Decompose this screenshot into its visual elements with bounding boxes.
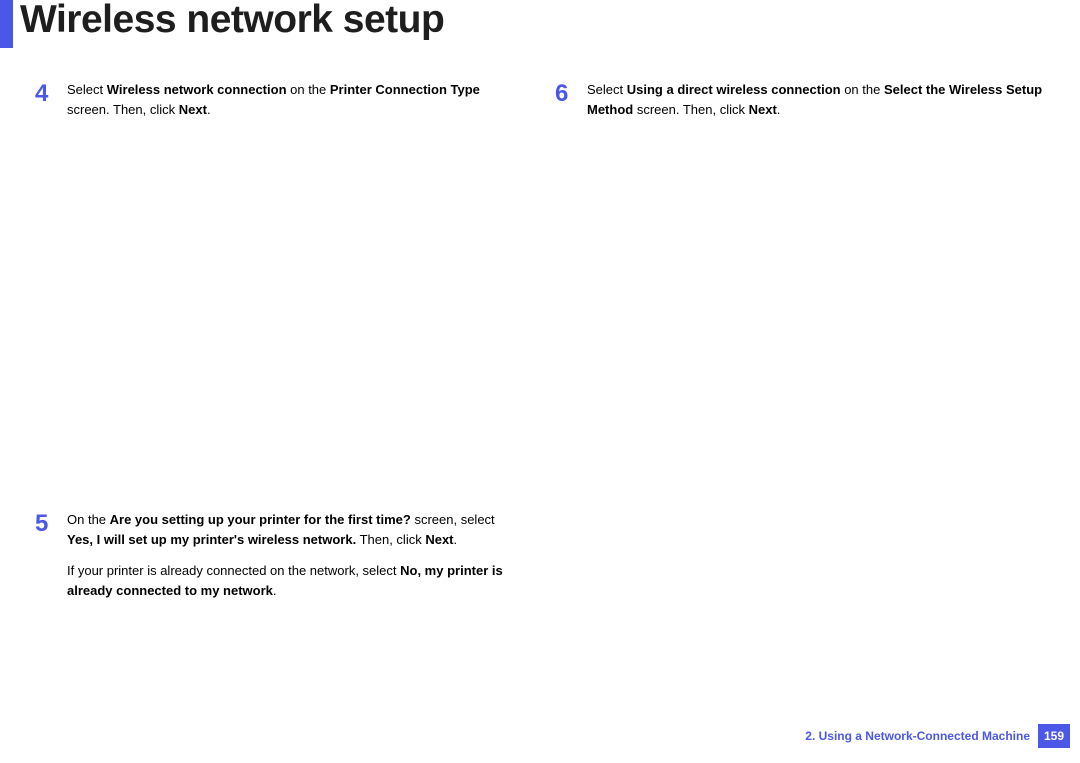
s5p2-t2: .	[273, 583, 277, 598]
page-title: Wireless network setup	[20, 0, 444, 42]
s6-t4: .	[777, 102, 781, 117]
step-4: 4 Select Wireless network connection on …	[35, 80, 515, 130]
content-area: 4 Select Wireless network connection on …	[0, 80, 1080, 631]
step-6: 6 Select Using a direct wireless connect…	[555, 80, 1055, 130]
s6-t1: Select	[587, 82, 627, 97]
s5p1-t3: Then, click	[356, 532, 425, 547]
s4-b3: Next	[179, 102, 207, 117]
s4-t1: Select	[67, 82, 107, 97]
s6-t3: screen. Then, click	[633, 102, 748, 117]
step-6-text: Select Using a direct wireless connectio…	[587, 80, 1055, 130]
left-column: 4 Select Wireless network connection on …	[0, 80, 540, 631]
s5p1-t4: .	[454, 532, 458, 547]
step-number-5: 5	[35, 512, 67, 536]
step-number-6: 6	[555, 82, 587, 106]
step-5-text: On the Are you setting up your printer f…	[67, 510, 515, 611]
footer: 2. Using a Network-Connected Machine 159	[805, 724, 1080, 748]
s4-b2: Printer Connection Type	[330, 82, 480, 97]
s5p1-b1: Are you setting up your printer for the …	[110, 512, 411, 527]
s4-b1: Wireless network connection	[107, 82, 287, 97]
s5p1-t1: On the	[67, 512, 110, 527]
s5p2-t1: If your printer is already connected on …	[67, 563, 400, 578]
right-column: 6 Select Using a direct wireless connect…	[540, 80, 1080, 631]
page-number: 159	[1038, 724, 1070, 748]
step-5: 5 On the Are you setting up your printer…	[35, 510, 515, 611]
s4-t3: screen. Then, click	[67, 102, 179, 117]
s4-t4: .	[207, 102, 211, 117]
s5p1-b2: Yes, I will set up my printer's wireless…	[67, 532, 356, 547]
header-accent-bar	[0, 0, 13, 48]
s5p1-t2: screen, select	[411, 512, 495, 527]
step-number-4: 4	[35, 82, 67, 106]
s5p1-b3: Next	[425, 532, 453, 547]
s6-t2: on the	[841, 82, 884, 97]
s6-b3: Next	[749, 102, 777, 117]
s4-t2: on the	[287, 82, 330, 97]
step-4-text: Select Wireless network connection on th…	[67, 80, 515, 130]
s6-b1: Using a direct wireless connection	[627, 82, 841, 97]
footer-chapter: 2. Using a Network-Connected Machine	[805, 729, 1030, 743]
